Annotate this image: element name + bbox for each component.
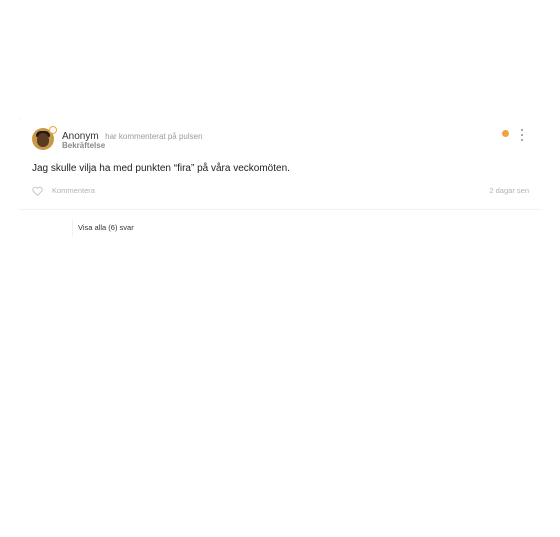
avatar[interactable] [32,126,57,150]
show-all-replies-link[interactable]: Visa alla (6) svar [78,223,134,232]
divider [21,209,541,210]
heart-icon[interactable] [32,186,43,196]
status-dot-icon [502,130,509,137]
avatar-face [37,133,49,147]
comment-button[interactable]: Kommentera [52,186,95,195]
kebab-menu-icon[interactable] [519,129,525,141]
comment-footer: Kommentera 2 dagar sen [32,186,529,198]
kebab-dot [521,129,523,131]
timestamp: 2 dagar sen [489,186,529,195]
circle-badge-icon [49,126,57,134]
category-label: Bekräftelse [62,141,106,150]
kebab-dot [521,139,523,141]
comment-text: Jag skulle vilja ha med punkten “fira” p… [32,163,290,174]
pulse-comment-card: Anonym har kommenterat på pulsen Bekräft… [21,118,541,210]
kebab-dot [521,134,523,136]
action-text: har kommenterat på pulsen [105,132,203,141]
